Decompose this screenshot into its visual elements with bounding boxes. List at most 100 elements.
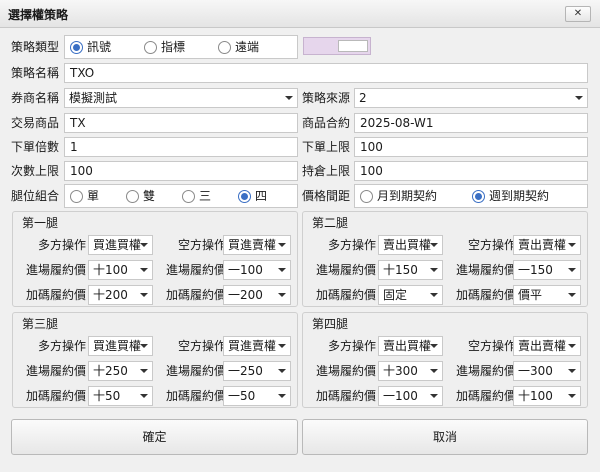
product-contract-input[interactable]: 2025-08-W1 [354,113,588,133]
radio-remote-label: 遠端 [235,40,260,54]
chevron-down-icon [278,268,286,272]
leg-4-entry-right-select[interactable]: 一300 [513,361,581,381]
leg-3-add-left-select[interactable]: 十50 [88,386,153,406]
leg-4-short-select[interactable]: 賣出賣權 [513,336,581,356]
chevron-down-icon [568,369,576,373]
broker-select[interactable]: 模擬測試 [64,88,298,108]
leg-3-add-right-label: 加碼履約價 [165,389,226,403]
radio-monthly[interactable] [360,190,373,203]
order-multiplier-input[interactable]: 1 [64,137,298,157]
leg-2-entry-right-label: 進場履約價 [455,263,516,277]
radio-weekly[interactable] [472,190,485,203]
chevron-down-icon [278,293,286,297]
chevron-down-icon [568,293,576,297]
chevron-down-icon [278,394,286,398]
leg-4-long-label: 多方操作 [327,339,376,353]
leg-1-add-right-label: 加碼履約價 [165,288,226,302]
leg-1-add-right-select[interactable]: 一200 [223,285,291,305]
radio-double[interactable] [126,190,139,203]
chevron-down-icon [568,394,576,398]
chevron-down-icon [430,369,438,373]
leg-3-short-value: 買進賣權 [228,339,277,353]
chevron-down-icon [140,344,148,348]
broker-label: 券商名稱 [11,91,60,105]
strategy-type-label: 策略類型 [11,40,60,54]
leg-4-entry-left-select[interactable]: 十300 [378,361,443,381]
leg-2-long-select[interactable]: 賣出買權 [378,235,443,255]
close-button[interactable]: ✕ [565,6,591,22]
chevron-down-icon [568,344,576,348]
leg-1-long-label: 多方操作 [37,238,86,252]
chevron-down-icon [568,268,576,272]
radio-triple-label: 三 [199,189,212,203]
radio-indicator[interactable] [144,41,157,54]
cancel-button[interactable]: 取消 [302,419,588,455]
chevron-down-icon [140,369,148,373]
leg-4-group: 第四腿 多方操作 賣出買權 空方操作 賣出賣權 進場履約價 十300 進場履約價 一300 加碼履… [302,312,588,408]
leg-4-add-left-select[interactable]: 一100 [378,386,443,406]
radio-single-label: 單 [87,189,100,203]
radio-monthly-label: 月到期契約 [377,189,438,203]
leg-4-add-left-value: 一100 [383,389,418,403]
strategy-name-input[interactable]: TXO [64,63,588,83]
position-limit-input[interactable]: 100 [354,161,588,181]
leg-2-entry-right-select[interactable]: 一150 [513,260,581,280]
leg-3-add-right-select[interactable]: 一50 [223,386,291,406]
leg-3-entry-right-value: 一250 [228,364,263,378]
leg-4-short-label: 空方操作 [467,339,516,353]
leg-4-long-select[interactable]: 賣出買權 [378,336,443,356]
radio-signal[interactable] [70,41,83,54]
leg-3-add-left-value: 十50 [93,389,121,403]
leg-1-entry-right-select[interactable]: 一100 [223,260,291,280]
chevron-down-icon [568,243,576,247]
radio-double-label: 雙 [143,189,156,203]
radio-quad[interactable] [238,190,251,203]
leg-1-add-left-select[interactable]: 十200 [88,285,153,305]
leg-2-add-left-select[interactable]: 固定 [378,285,443,305]
leg-4-add-right-label: 加碼履約價 [455,389,516,403]
leg-3-entry-right-select[interactable]: 一250 [223,361,291,381]
confirm-button[interactable]: 確定 [11,419,298,455]
leg-1-entry-left-select[interactable]: 十100 [88,260,153,280]
leg-2-add-right-select[interactable]: 價平 [513,285,581,305]
leg-3-long-value: 買進買權 [93,339,142,353]
strategy-source-select[interactable]: 2 [354,88,588,108]
trade-product-input[interactable]: TX [64,113,298,133]
leg-2-group: 第二腿 多方操作 賣出買權 空方操作 賣出賣權 進場履約價 十150 進場履約價 一150 加碼履… [302,211,588,307]
radio-triple[interactable] [182,190,195,203]
leg-2-add-left-label: 加碼履約價 [315,288,376,302]
leg-3-short-select[interactable]: 買進賣權 [223,336,291,356]
radio-weekly-label: 週到期契約 [489,189,550,203]
price-spacing-label: 價格間距 [302,189,351,203]
leg-2-short-select[interactable]: 賣出賣權 [513,235,581,255]
chevron-down-icon [430,243,438,247]
count-limit-input[interactable]: 100 [64,161,298,181]
leg-1-long-select[interactable]: 買進買權 [88,235,153,255]
chevron-down-icon [430,293,438,297]
order-limit-label: 下單上限 [302,140,351,154]
leg-1-add-left-label: 加碼履約價 [25,288,86,302]
chevron-down-icon [140,394,148,398]
leg-2-entry-left-select[interactable]: 十150 [378,260,443,280]
strategy-name-label: 策略名稱 [11,66,60,80]
leg-4-add-left-label: 加碼履約價 [315,389,376,403]
chevron-down-icon [140,268,148,272]
leg-1-short-select[interactable]: 買進賣權 [223,235,291,255]
order-limit-input[interactable]: 100 [354,137,588,157]
leg-1-group: 第一腿 多方操作 買進買權 空方操作 買進賣權 進場履約價 十100 進場履約價 一100 加碼履… [12,211,298,307]
leg-4-entry-right-label: 進場履約價 [455,364,516,378]
leg-3-entry-left-select[interactable]: 十250 [88,361,153,381]
leg-3-long-select[interactable]: 買進買權 [88,336,153,356]
toggle-switch[interactable] [303,37,371,55]
leg-3-add-right-value: 一50 [228,389,256,403]
leg-4-entry-left-value: 十300 [383,364,418,378]
chevron-down-icon [430,344,438,348]
radio-remote[interactable] [218,41,231,54]
toggle-knob [338,40,368,52]
radio-signal-label: 訊號 [87,40,112,54]
trade-product-label: 交易商品 [11,116,60,130]
chevron-down-icon [285,96,293,100]
leg-4-add-right-select[interactable]: 十100 [513,386,581,406]
radio-single[interactable] [70,190,83,203]
leg-3-entry-left-label: 進場履約價 [25,364,86,378]
